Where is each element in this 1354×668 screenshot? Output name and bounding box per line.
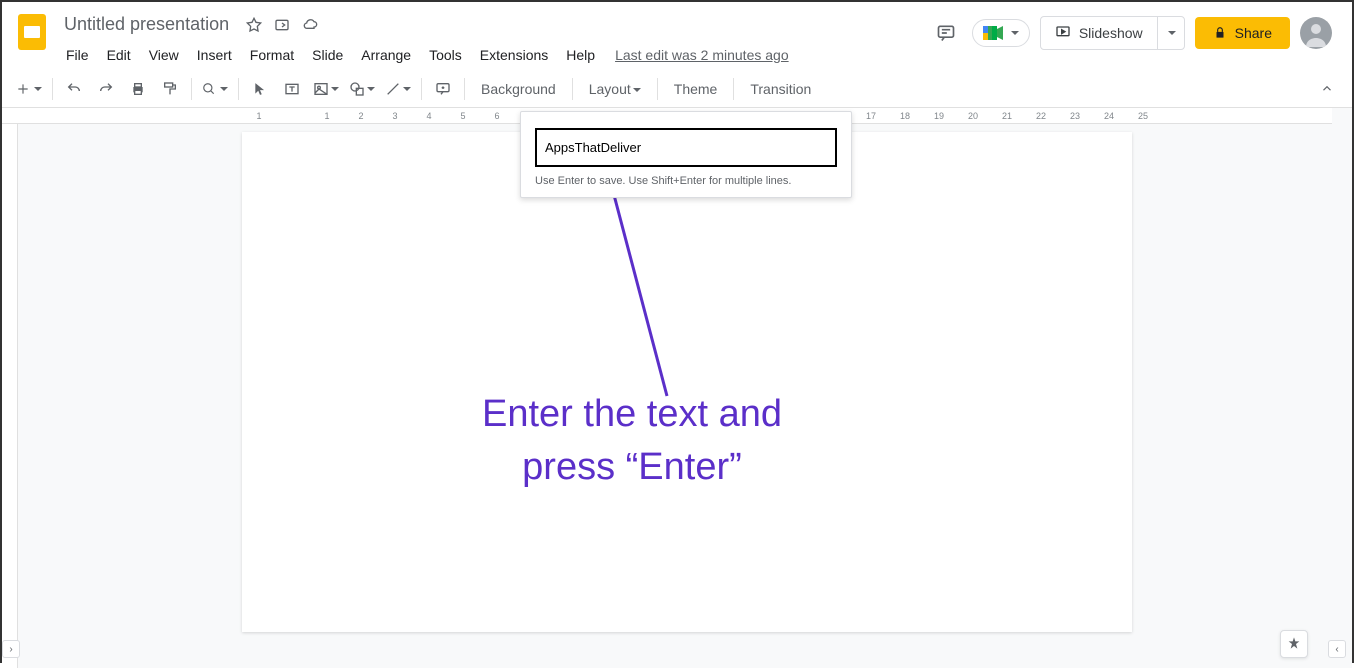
line-tool[interactable] — [381, 75, 415, 103]
slideshow-button[interactable]: Slideshow — [1041, 17, 1158, 49]
print-button[interactable] — [123, 75, 153, 103]
comments-icon[interactable] — [930, 17, 962, 49]
layout-button[interactable]: Layout — [579, 81, 651, 97]
sidepanel-expand-button[interactable]: ‹ — [1328, 640, 1346, 658]
collapse-toolbar-button[interactable] — [1312, 75, 1342, 103]
shape-tool[interactable] — [345, 75, 379, 103]
slideshow-dropdown[interactable] — [1158, 17, 1184, 49]
vertical-ruler[interactable] — [2, 124, 18, 668]
chevron-down-icon — [34, 87, 42, 91]
title-area: Untitled presentation File Edit View Ins… — [58, 10, 922, 67]
alt-text-popup: Use Enter to save. Use Shift+Enter for m… — [520, 111, 852, 198]
zoom-button[interactable] — [198, 75, 232, 103]
menu-insert[interactable]: Insert — [189, 43, 240, 67]
share-label: Share — [1235, 25, 1272, 41]
chevron-down-icon — [1011, 31, 1019, 35]
lock-icon — [1213, 26, 1227, 40]
transition-button[interactable]: Transition — [740, 81, 821, 97]
menu-view[interactable]: View — [141, 43, 187, 67]
explore-button[interactable] — [1280, 630, 1308, 658]
slideshow-group: Slideshow — [1040, 16, 1185, 50]
menu-format[interactable]: Format — [242, 43, 302, 67]
menu-arrange[interactable]: Arrange — [353, 43, 419, 67]
chevron-down-icon — [1168, 31, 1176, 35]
select-tool[interactable] — [245, 75, 275, 103]
meet-button[interactable] — [972, 19, 1030, 47]
play-icon — [1055, 25, 1071, 41]
image-tool[interactable] — [309, 75, 343, 103]
menu-file[interactable]: File — [58, 43, 97, 67]
slides-logo[interactable] — [14, 14, 50, 50]
slideshow-label: Slideshow — [1079, 25, 1143, 41]
chevron-down-icon — [367, 87, 375, 91]
canvas-area: 1123456789101112131415161718192021222324… — [2, 108, 1352, 668]
move-icon[interactable] — [273, 16, 291, 34]
theme-button[interactable]: Theme — [664, 81, 728, 97]
menu-edit[interactable]: Edit — [99, 43, 139, 67]
chevron-down-icon — [403, 87, 411, 91]
meet-icon — [983, 24, 1005, 42]
comment-tool[interactable] — [428, 75, 458, 103]
background-button[interactable]: Background — [471, 81, 566, 97]
last-edit-link[interactable]: Last edit was 2 minutes ago — [605, 43, 799, 67]
redo-button[interactable] — [91, 75, 121, 103]
filmstrip-expand-button[interactable]: › — [2, 640, 20, 658]
paint-format-button[interactable] — [155, 75, 185, 103]
star-icon[interactable] — [245, 16, 263, 34]
menu-help[interactable]: Help — [558, 43, 603, 67]
menu-tools[interactable]: Tools — [421, 43, 470, 67]
alt-text-input[interactable] — [535, 128, 837, 167]
popup-hint: Use Enter to save. Use Shift+Enter for m… — [535, 175, 837, 187]
menu-slide[interactable]: Slide — [304, 43, 351, 67]
chevron-down-icon — [633, 88, 641, 92]
share-button[interactable]: Share — [1195, 17, 1290, 49]
header-right: Slideshow Share — [930, 16, 1340, 50]
menubar: File Edit View Insert Format Slide Arran… — [58, 39, 922, 67]
chevron-down-icon — [331, 87, 339, 91]
slide-canvas[interactable] — [242, 132, 1132, 632]
chevron-down-icon — [220, 87, 228, 91]
cloud-icon[interactable] — [301, 16, 319, 34]
undo-button[interactable] — [59, 75, 89, 103]
textbox-tool[interactable] — [277, 75, 307, 103]
app-header: Untitled presentation File Edit View Ins… — [2, 2, 1352, 67]
menu-extensions[interactable]: Extensions — [472, 43, 556, 67]
new-slide-button[interactable] — [12, 75, 46, 103]
document-title[interactable]: Untitled presentation — [58, 12, 235, 37]
avatar[interactable] — [1300, 17, 1332, 49]
toolbar: Background Layout Theme Transition — [2, 71, 1352, 108]
annotation-text: Enter the text and press “Enter” — [482, 388, 782, 494]
